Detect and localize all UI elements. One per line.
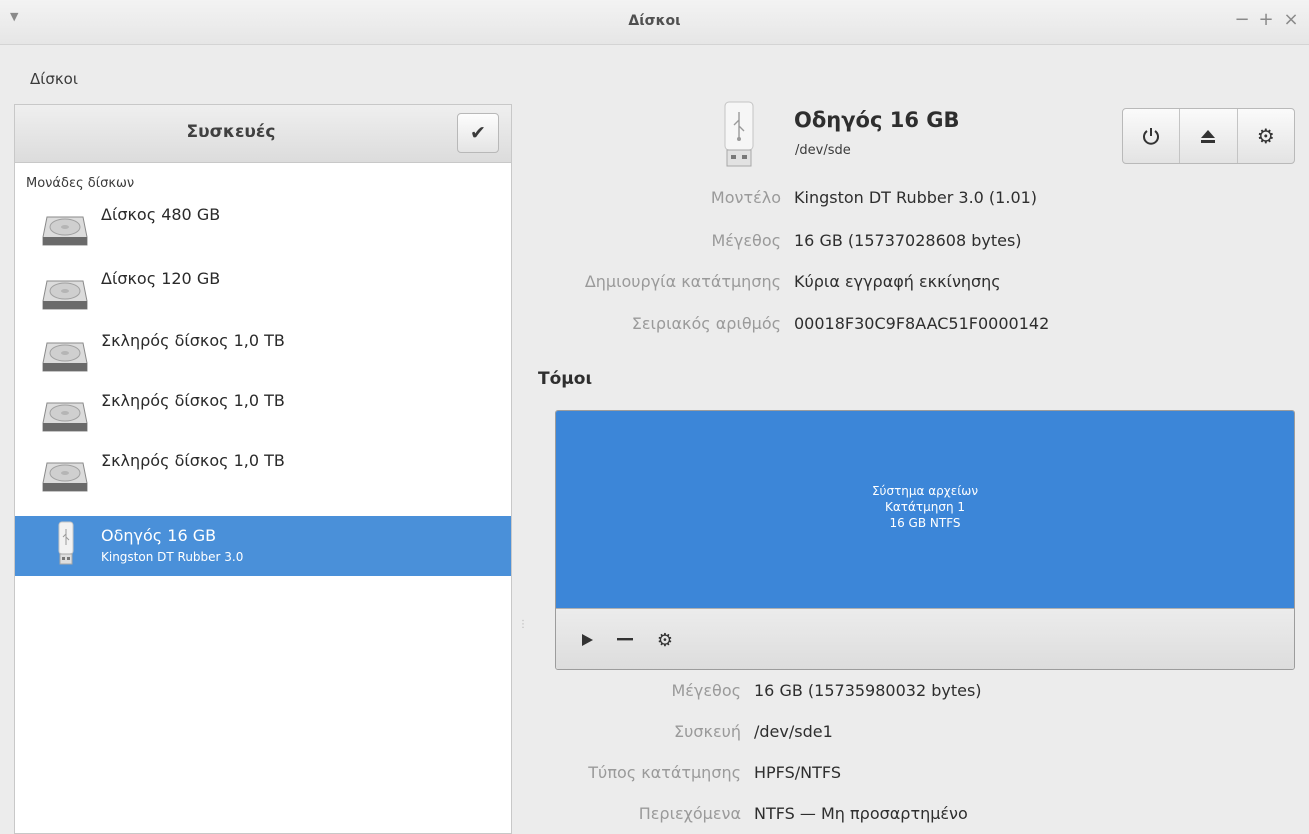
hard-disk-icon [42, 402, 88, 432]
gear-icon: ⚙ [1256, 124, 1275, 148]
hard-disk-icon [42, 342, 88, 372]
prop-value: 16 GB (15737028608 bytes) [794, 231, 1022, 250]
delete-partition-button[interactable] [612, 627, 638, 653]
device-name: Δίσκος 480 GB [101, 205, 221, 224]
devices-pane: Συσκευές ✔ Μονάδες δίσκων Δίσκος 480 GB … [14, 104, 512, 834]
vol-prop-label: Τύπος κατάτμησης [588, 763, 741, 782]
eject-icon [1201, 130, 1216, 143]
device-name: Οδηγός 16 GB [101, 526, 217, 545]
device-item[interactable]: Σκληρός δίσκος 1,0 TB [15, 381, 511, 441]
partition-settings-button[interactable]: ⚙ [652, 627, 678, 653]
device-list: Μονάδες δίσκων Δίσκος 480 GB Δίσκος 120 … [14, 162, 512, 834]
vol-prop-value: HPFS/NTFS [754, 763, 841, 782]
devices-header: Συσκευές ✔ [14, 104, 512, 162]
partition-size: 16 GB NTFS [889, 516, 961, 530]
device-item-selected[interactable]: Οδηγός 16 GB Kingston DT Rubber 3.0 [15, 516, 511, 576]
hard-disk-icon [42, 216, 88, 246]
gears-icon: ⚙ [656, 629, 674, 651]
power-icon [1143, 128, 1160, 145]
play-icon [582, 634, 593, 646]
minus-icon [617, 638, 633, 641]
prop-value: Kingston DT Rubber 3.0 (1.01) [794, 188, 1038, 207]
volumes-title: Τόμοι [538, 369, 593, 389]
vol-prop-label: Συσκευή [674, 722, 741, 741]
volume-toolbar: ⚙ [556, 608, 1294, 669]
vol-prop-label: Περιεχόμενα [638, 804, 741, 823]
window-title: Δίσκοι [628, 13, 681, 29]
title-bar: ▼ Δίσκοι − + × [0, 0, 1309, 45]
partition-block[interactable]: Σύστημα αρχείων Κατάτμηση 1 16 GB NTFS [556, 411, 1294, 608]
device-name: Σκληρός δίσκος 1,0 TB [101, 451, 285, 470]
app-menu[interactable]: Δίσκοι [30, 70, 78, 88]
device-item[interactable]: Δίσκος 120 GB [15, 259, 511, 319]
minimize-button[interactable]: − [1231, 9, 1253, 30]
select-button[interactable]: ✔ [457, 113, 499, 153]
prop-value: Κύρια εγγραφή εκκίνησης [794, 272, 1001, 291]
prop-value: 00018F30C9F8AAC51F0000142 [794, 314, 1050, 333]
eject-button[interactable] [1180, 109, 1238, 163]
volume-map: Σύστημα αρχείων Κατάτμηση 1 16 GB NTFS ⚙ [555, 410, 1295, 670]
hard-disk-icon [42, 462, 88, 492]
vol-prop-value: NTFS — Μη προσαρτημένο [754, 804, 968, 823]
partition-label: Σύστημα αρχείων Κατάτμηση 1 16 GB NTFS [556, 483, 1294, 531]
drive-actions: ⚙ [1122, 108, 1295, 164]
prop-label: Σειριακός αριθμός [631, 314, 781, 333]
drive-settings-button[interactable]: ⚙ [1238, 109, 1294, 163]
vol-prop-value: /dev/sde1 [754, 722, 833, 741]
maximize-button[interactable]: + [1255, 9, 1277, 30]
pane-splitter[interactable]: ⋮ [518, 620, 528, 630]
devices-title: Συσκευές [186, 122, 276, 142]
device-name: Σκληρός δίσκος 1,0 TB [101, 391, 285, 410]
mount-button[interactable] [574, 627, 600, 653]
usb-drive-icon [724, 101, 754, 167]
drive-title: Οδηγός 16 GB [794, 108, 960, 132]
vol-prop-value: 16 GB (15735980032 bytes) [754, 681, 982, 700]
drives-group-label: Μονάδες δίσκων [26, 176, 135, 191]
drive-path: /dev/sde [795, 143, 851, 158]
vol-prop-label: Μέγεθος [671, 681, 741, 700]
device-item[interactable]: Σκληρός δίσκος 1,0 TB [15, 441, 511, 501]
prop-label: Μοντέλο [710, 188, 781, 207]
usb-drive-icon [58, 521, 74, 565]
device-name: Σκληρός δίσκος 1,0 TB [101, 331, 285, 350]
hard-disk-icon [42, 280, 88, 310]
device-name: Δίσκος 120 GB [101, 269, 221, 288]
partition-type: Σύστημα αρχείων [871, 484, 979, 498]
device-item[interactable]: Σκληρός δίσκος 1,0 TB [15, 321, 511, 381]
partition-name: Κατάτμηση 1 [884, 500, 966, 514]
prop-label: Μέγεθος [711, 231, 781, 250]
prop-label: Δημιουργία κατάτμησης [584, 272, 781, 291]
check-icon: ✔ [470, 122, 486, 144]
device-model: Kingston DT Rubber 3.0 [101, 550, 244, 564]
close-button[interactable]: × [1280, 9, 1302, 30]
power-off-button[interactable] [1123, 109, 1181, 163]
device-item[interactable]: Δίσκος 480 GB [15, 195, 511, 255]
